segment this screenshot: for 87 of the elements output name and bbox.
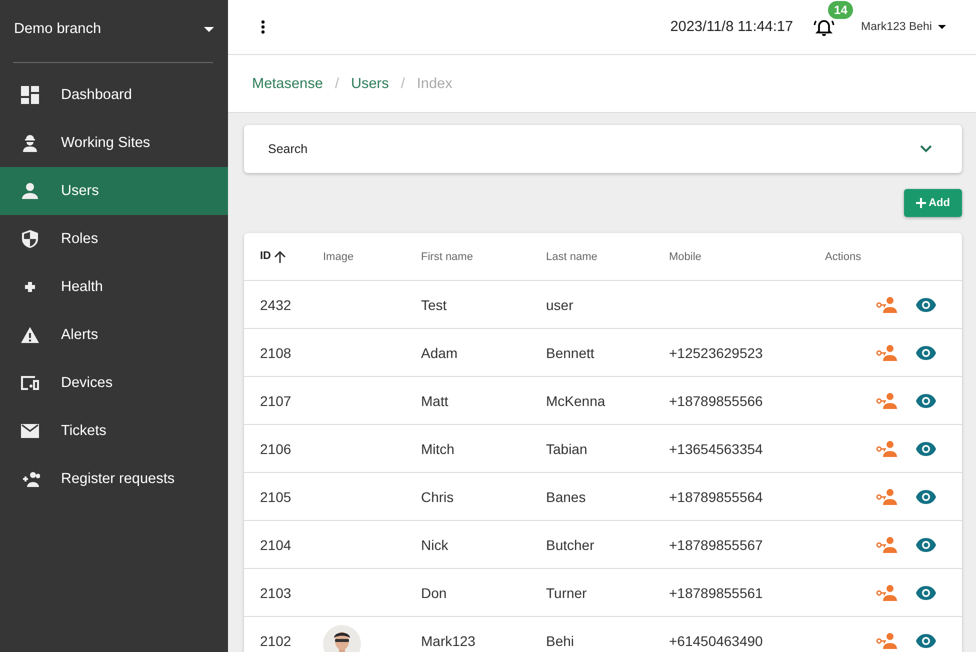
column-header[interactable]: Image <box>323 233 421 280</box>
table-cell: Tabian <box>546 440 588 456</box>
sidebar-item[interactable]: Tickets <box>0 407 228 455</box>
bell-icon[interactable] <box>813 17 836 37</box>
sidebar-item[interactable]: Roles <box>0 215 228 263</box>
table-cell: +18789855567 <box>669 536 763 552</box>
key-person-icon[interactable] <box>876 345 898 362</box>
eye-icon[interactable] <box>916 394 936 408</box>
table-cell: Matt <box>421 392 448 408</box>
sidebar-item[interactable]: Users <box>0 167 228 215</box>
breadcrumb-link[interactable]: Metasense <box>252 76 323 92</box>
table-cell: 2104 <box>260 536 292 552</box>
table-cell: 2102 <box>260 632 292 648</box>
eye-icon[interactable] <box>916 586 936 600</box>
table-cell: Behi <box>546 632 574 648</box>
key-person-icon[interactable] <box>876 633 898 650</box>
table-cell: 2107 <box>260 392 292 408</box>
user-menu[interactable]: Mark123 Behi <box>861 21 946 33</box>
key-person-icon[interactable] <box>876 297 898 314</box>
date-time: 2023/11/8 11:44:17 <box>670 19 794 35</box>
table-cell: 2106 <box>260 440 292 456</box>
eye-icon[interactable] <box>916 442 936 456</box>
column-header[interactable]: Actions <box>809 233 962 280</box>
column-header[interactable]: Mobile <box>669 233 809 280</box>
table-cell: +18789855564 <box>669 488 763 504</box>
table-cell: Chris <box>421 488 454 504</box>
eye-icon[interactable] <box>916 634 936 648</box>
breadcrumb-current: Index <box>416 76 452 92</box>
eye-icon[interactable] <box>916 490 936 504</box>
table-cell: 2108 <box>260 344 292 360</box>
dashboard-icon <box>20 85 40 105</box>
add-group-icon <box>20 469 40 489</box>
key-person-icon[interactable] <box>876 441 898 458</box>
table-cell: user <box>546 296 574 312</box>
table-cell: Turner <box>546 584 587 600</box>
caret-icon <box>938 25 946 29</box>
key-person-icon[interactable] <box>876 537 898 554</box>
table-cell: +13654563354 <box>669 440 763 456</box>
eye-icon[interactable] <box>916 538 936 552</box>
table-cell: 2105 <box>260 488 292 504</box>
sidebar-item[interactable]: Alerts <box>0 311 228 359</box>
table-cell: Adam <box>421 344 458 360</box>
table-cell: Nick <box>421 536 448 552</box>
breadcrumb-link[interactable]: Users <box>350 76 389 92</box>
envelope-icon <box>20 421 40 441</box>
plus-icon <box>916 198 926 208</box>
branch-selector[interactable]: Demo branch <box>0 0 228 58</box>
breadcrumb-separator: / <box>334 76 339 92</box>
shield-icon <box>20 229 40 249</box>
eye-icon[interactable] <box>916 298 936 312</box>
table-cell: +18789855566 <box>669 392 763 408</box>
add-button[interactable]: Add <box>904 189 962 217</box>
sidebar-item[interactable]: Register requests <box>0 455 228 503</box>
devices-icon <box>20 373 40 393</box>
table-cell: McKenna <box>546 392 606 408</box>
search-label: Search <box>268 142 308 156</box>
warning-icon <box>20 325 40 345</box>
caret-icon <box>204 26 214 32</box>
search-panel[interactable]: Search <box>244 125 962 173</box>
sidebar-item[interactable]: Dashboard <box>0 71 228 119</box>
column-header[interactable]: ID <box>244 233 323 280</box>
table-cell: +18789855561 <box>669 584 763 600</box>
key-person-icon[interactable] <box>876 489 898 506</box>
key-person-icon[interactable] <box>876 393 898 410</box>
worker-icon <box>20 133 40 153</box>
table-cell: 2103 <box>260 584 292 600</box>
table-cell: +12523629523 <box>669 344 763 360</box>
table-cell: Butcher <box>546 536 594 552</box>
sidebar-item[interactable]: Working Sites <box>0 119 228 167</box>
breadcrumb-separator: / <box>400 76 405 92</box>
table-cell: 2432 <box>260 296 292 312</box>
table-cell: Test <box>421 296 447 312</box>
table-cell: Bennett <box>546 344 594 360</box>
person-icon <box>20 181 40 201</box>
sidebar-item[interactable]: Health <box>0 263 228 311</box>
key-person-icon[interactable] <box>876 585 898 602</box>
table-cell: Mitch <box>421 440 454 456</box>
table-cell: Banes <box>546 488 586 504</box>
table-cell: Mark123 <box>421 632 476 648</box>
table-cell: Don <box>421 584 447 600</box>
column-header[interactable]: First name <box>421 233 546 280</box>
notification-count: 14 <box>828 1 854 19</box>
column-header[interactable]: Last name <box>546 233 669 280</box>
menu-icon[interactable] <box>261 20 265 34</box>
eye-icon[interactable] <box>916 346 936 360</box>
table-cell: +61450463490 <box>669 632 763 648</box>
sidebar-item[interactable]: Devices <box>0 359 228 407</box>
